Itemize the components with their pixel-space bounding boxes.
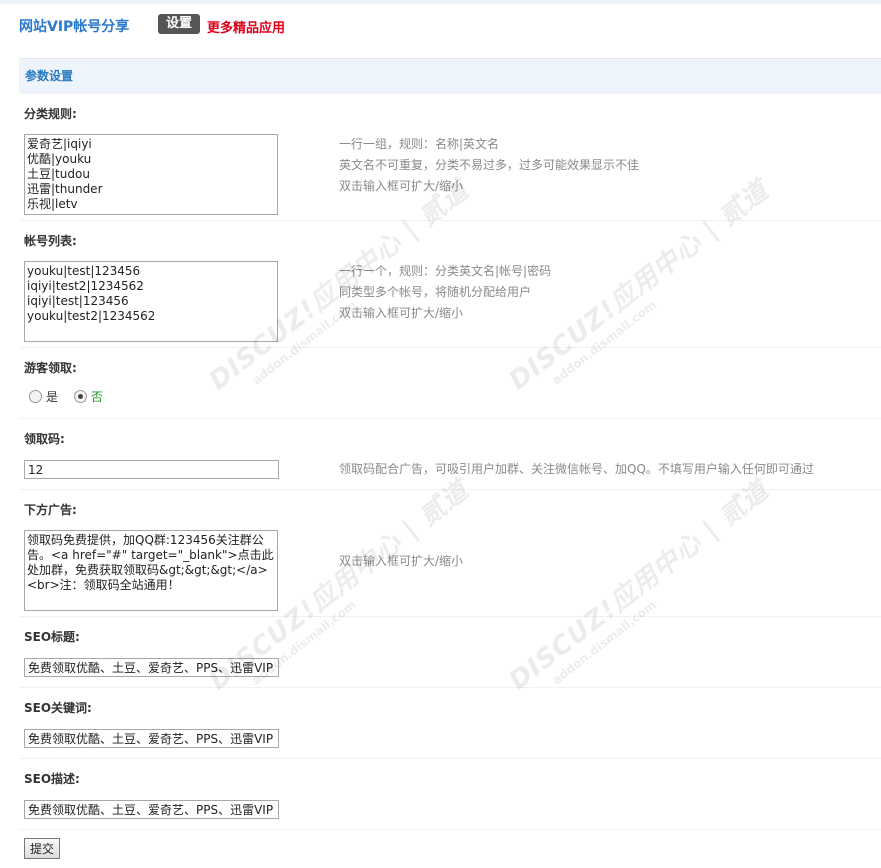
claim-code-label: 领取码: [24, 432, 65, 446]
tab-settings[interactable]: 设置 [158, 14, 201, 34]
watermark-url: addon.dismall.com [249, 597, 359, 688]
seo-title-label: SEO标题: [24, 630, 80, 644]
category-rules-label: 分类规则: [24, 107, 77, 121]
watermark-url: addon.dismall.com [549, 597, 659, 688]
account-list-textarea[interactable]: youku|test|123456 iqiyi|test2|1234562 iq… [24, 261, 278, 342]
radio-no[interactable] [73, 390, 87, 403]
guest-claim-radio-group: 是 否 [29, 388, 115, 404]
divider [19, 687, 881, 688]
tip-line: 双击输入框可扩大/缩小 [339, 179, 464, 193]
section-header: 参数设置 [19, 58, 881, 94]
watermark-url: addon.dismall.com [549, 297, 659, 388]
category-rules-textarea[interactable]: 爱奇艺|iqiyi 优酷|youku 土豆|tudou 迅雷|thunder 乐… [24, 134, 278, 215]
more-apps-link[interactable]: 更多精品应用 [207, 17, 285, 36]
seo-keywords-input[interactable] [24, 729, 279, 748]
radio-no-label[interactable]: 否 [91, 390, 103, 404]
tip-line: 双击输入框可扩大/缩小 [339, 306, 464, 320]
app-title: 网站VIP帐号分享 [19, 19, 130, 35]
divider [19, 616, 881, 617]
tip-line: 一行一组，规则：名称|英文名 [339, 137, 500, 151]
seo-keywords-label: SEO关键词: [24, 701, 92, 715]
watermark: DISCUZ!应用中心 | 贰道 addon.dismall.com [500, 471, 784, 709]
divider [19, 758, 881, 759]
tip-line: 英文名不可重复，分类不易过多，过多可能效果显示不佳 [339, 158, 640, 172]
submit-button[interactable]: 提交 [24, 838, 61, 859]
section-title: 参数设置 [25, 69, 74, 83]
bottom-ad-textarea[interactable]: 领取码免费提供，加QQ群:123456关注群公告。<a href="#" tar… [24, 530, 278, 611]
bottom-ad-label: 下方广告: [24, 503, 77, 517]
category-rules-tips: 一行一组，规则：名称|英文名 英文名不可重复，分类不易过多，过多可能效果显示不佳… [339, 134, 639, 197]
watermark-brand: DISCUZ!应用中心 | 贰道 [503, 475, 775, 697]
divider [19, 418, 881, 419]
radio-yes[interactable] [29, 390, 42, 403]
top-border [0, 0, 881, 4]
divider [19, 347, 881, 348]
guest-claim-label: 游客领取: [24, 361, 77, 375]
seo-description-label: SEO描述: [24, 772, 80, 786]
header: 网站VIP帐号分享 设置 更多精品应用 [0, 10, 881, 40]
account-list-label: 帐号列表: [24, 234, 77, 248]
claim-code-input[interactable] [24, 460, 279, 479]
divider [19, 829, 881, 830]
seo-description-input[interactable] [24, 800, 279, 819]
radio-yes-label[interactable]: 是 [46, 390, 58, 404]
